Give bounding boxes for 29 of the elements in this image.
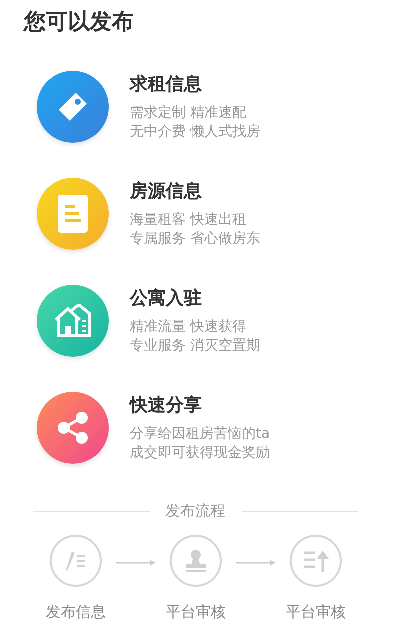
stamp-icon <box>184 549 208 573</box>
process-title: 发布流程 <box>166 502 226 521</box>
arrow-icon <box>116 560 156 566</box>
step-label: 发布信息 <box>46 603 106 622</box>
houses-icon <box>54 304 92 338</box>
option-description: 精准流量 快速获得 <box>130 318 248 337</box>
option-description: 成交即可获得现金奖励 <box>130 444 270 463</box>
option-title: 快速分享 <box>130 394 203 417</box>
option-description: 海量租客 快速出租 <box>130 211 248 230</box>
option-description: 无中介费 懒人式找房 <box>130 123 260 142</box>
option-title: 公寓入驻 <box>130 287 203 310</box>
step-label: 平台审核 <box>166 603 226 622</box>
option-icon-button[interactable] <box>37 71 109 143</box>
option-title: 房源信息 <box>130 180 203 203</box>
document-icon <box>58 195 88 233</box>
option-icon-button[interactable] <box>37 285 109 357</box>
list-upload-icon <box>303 550 329 572</box>
option-description: 专属服务 省心做房东 <box>130 230 260 249</box>
option-icon-button[interactable] <box>37 392 109 464</box>
arrow-icon <box>236 560 276 566</box>
option-title: 求租信息 <box>130 73 203 96</box>
option-icon-button[interactable] <box>37 178 109 250</box>
step-label: 平台审核 <box>286 603 346 622</box>
pencil-list-icon <box>64 550 88 572</box>
option-description: 需求定制 精准速配 <box>130 104 248 123</box>
sheet-title: 您可以发布 <box>24 9 134 37</box>
option-description: 分享给因租房苦恼的ta <box>130 425 270 444</box>
share-icon <box>56 411 90 445</box>
option-description: 专业服务 消灭空置期 <box>130 337 260 356</box>
